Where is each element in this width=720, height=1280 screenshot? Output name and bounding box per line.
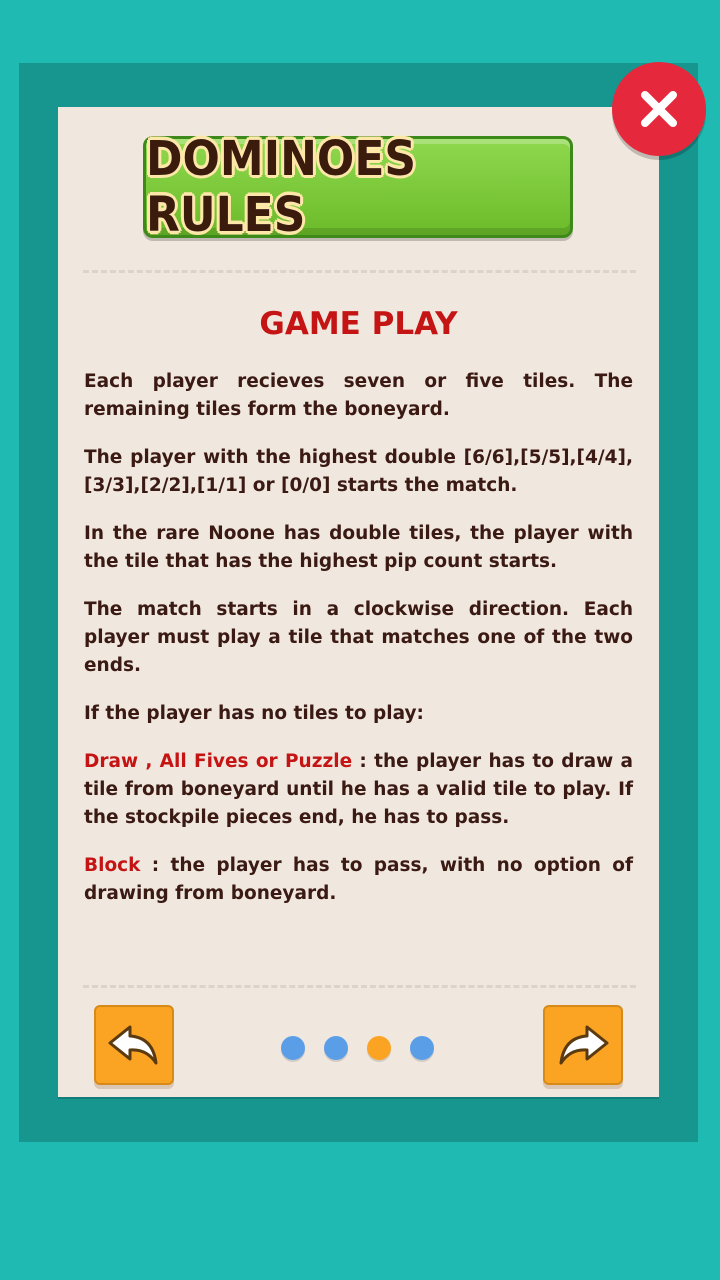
top-divider xyxy=(83,270,636,273)
page-dot[interactable] xyxy=(324,1036,348,1060)
rule-paragraph: The player with the highest double [6/6]… xyxy=(84,447,633,496)
close-icon xyxy=(641,91,677,127)
rule-paragraph: If the player has no tiles to play: xyxy=(84,703,424,724)
rule-mode-text: : the player has to pass, with no option… xyxy=(84,855,633,904)
rule-paragraph-block: Block : the player has to pass, with no … xyxy=(84,852,633,908)
back-arrow-icon xyxy=(108,1025,158,1065)
close-button[interactable] xyxy=(612,62,706,156)
rule-paragraph-draw: Draw , All Fives or Puzzle : the player … xyxy=(84,748,633,832)
rule-paragraph: Each player recieves seven or five tiles… xyxy=(84,371,633,420)
bottom-divider xyxy=(83,985,636,988)
page-indicator xyxy=(281,1036,434,1060)
page-title: DOMINOES RULES xyxy=(146,130,417,244)
page-dot[interactable] xyxy=(410,1036,434,1060)
rule-paragraph: In the rare Noone has double tiles, the … xyxy=(84,523,633,572)
rule-mode-label: Block xyxy=(84,855,141,876)
forward-arrow-icon xyxy=(559,1025,609,1065)
page-dot[interactable] xyxy=(281,1036,305,1060)
rule-paragraph: The match starts in a clockwise directio… xyxy=(84,599,633,676)
section-heading: GAME PLAY xyxy=(259,306,458,342)
page-dot-active[interactable] xyxy=(367,1036,391,1060)
rules-text: Each player recieves seven or five tiles… xyxy=(84,368,633,928)
previous-page-button[interactable] xyxy=(94,1005,174,1085)
title-banner: DOMINOES RULES xyxy=(143,131,573,243)
rule-mode-label: Draw , All Fives or Puzzle xyxy=(84,751,353,772)
next-page-button[interactable] xyxy=(543,1005,623,1085)
